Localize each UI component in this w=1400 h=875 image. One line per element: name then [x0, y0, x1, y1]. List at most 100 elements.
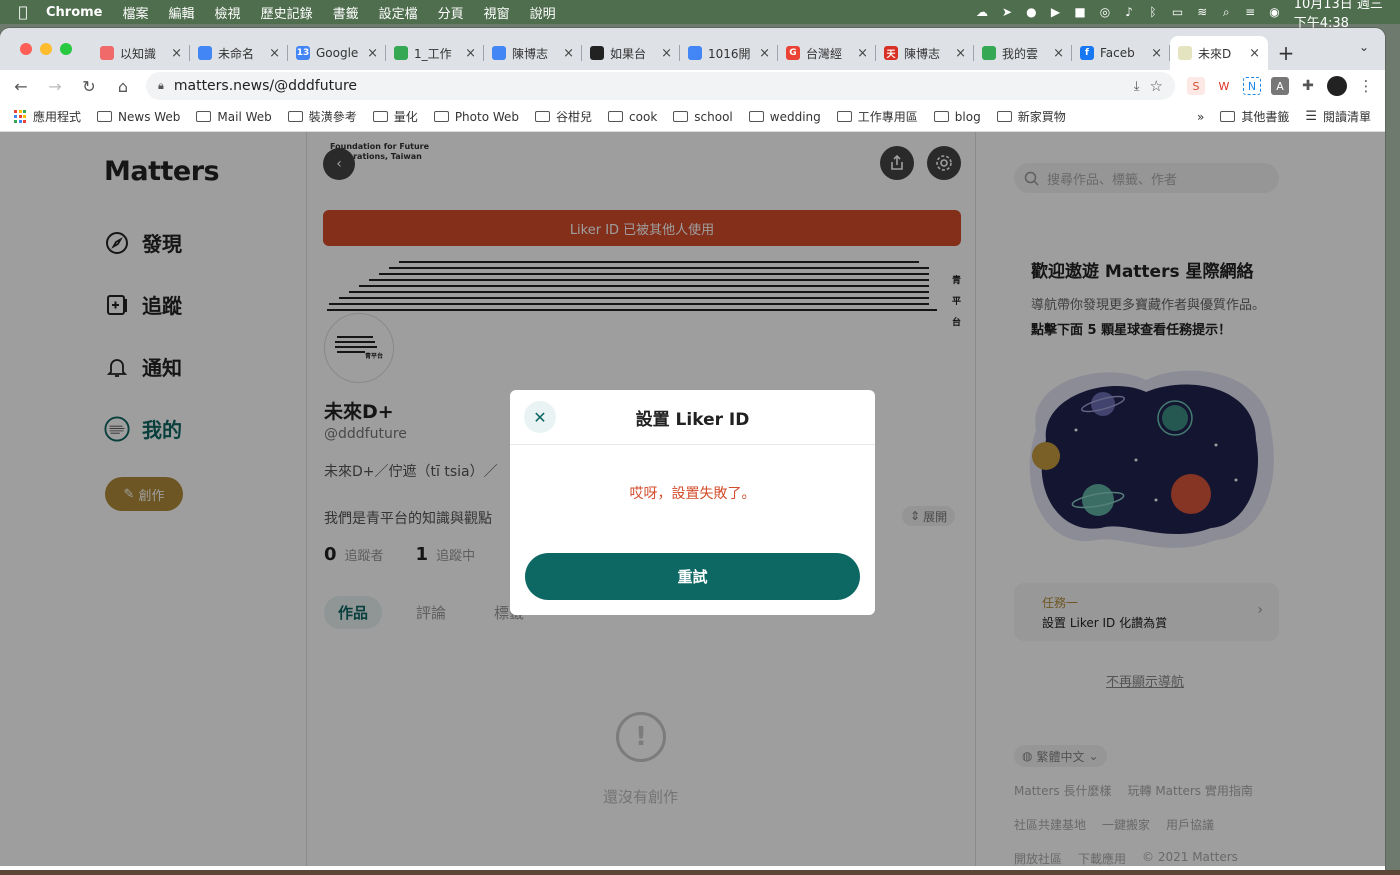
menu-app-name[interactable]: Chrome — [46, 5, 103, 20]
folder-icon — [748, 111, 764, 122]
kebab-menu-icon[interactable]: ⋮ — [1357, 77, 1375, 95]
tab-close-icon[interactable]: × — [171, 46, 182, 61]
menu-bookmarks[interactable]: 書籤 — [333, 3, 359, 22]
bluetooth-icon[interactable]: ᛒ — [1148, 4, 1158, 20]
folder-icon — [535, 111, 551, 122]
control-center-icon[interactable]: ≡ — [1245, 4, 1255, 20]
folder-icon — [372, 111, 388, 122]
bookmark-folder[interactable]: Photo Web — [433, 110, 519, 124]
tab-search-chevron-icon[interactable]: ⌄ — [1359, 40, 1369, 54]
tab-close-icon[interactable]: × — [1151, 46, 1162, 61]
tab-close-icon[interactable]: × — [269, 46, 280, 61]
wifi-icon[interactable]: ≋ — [1197, 4, 1207, 20]
volume-icon[interactable]: ♪ — [1124, 4, 1134, 20]
profile-avatar-icon[interactable] — [1327, 76, 1347, 96]
menu-window[interactable]: 視窗 — [484, 3, 510, 22]
menu-history[interactable]: 歷史記錄 — [261, 3, 313, 22]
bookmark-folder[interactable]: wedding — [748, 110, 821, 124]
browser-tab[interactable]: 以知識 × — [92, 36, 190, 70]
browser-tab[interactable]: 未來D × — [1170, 36, 1268, 70]
apple-icon[interactable]:  — [0, 3, 46, 21]
tab-close-icon[interactable]: × — [661, 46, 672, 61]
browser-tab[interactable]: 我的雲 × — [974, 36, 1072, 70]
browser-tab[interactable]: 天陳博志 × — [876, 36, 974, 70]
tab-close-icon[interactable]: × — [1249, 46, 1260, 61]
menu-tab[interactable]: 分頁 — [438, 3, 464, 22]
bookmark-star-icon[interactable]: ☆ — [1150, 77, 1163, 95]
bookmark-folder[interactable]: blog — [933, 110, 981, 124]
siri-icon[interactable]: ◉ — [1269, 4, 1279, 20]
bookmark-folder[interactable]: cook — [608, 110, 657, 124]
tab-close-icon[interactable]: × — [1053, 46, 1064, 61]
bookmark-folder[interactable]: 裝潢參考 — [287, 108, 357, 125]
tab-close-icon[interactable]: × — [955, 46, 966, 61]
cloud-icon[interactable]: ☁ — [976, 4, 988, 20]
address-bar[interactable]: 🔒︎ matters.news/@dddfuture ⤓ ☆ — [146, 72, 1175, 100]
bookmark-folder[interactable]: school — [673, 110, 733, 124]
tab-close-icon[interactable]: × — [857, 46, 868, 61]
bookmark-label: Mail Web — [217, 109, 272, 124]
puzzle-extensions-icon[interactable]: ✚ — [1299, 77, 1317, 95]
pdf-extension-icon[interactable]: A — [1271, 77, 1289, 95]
reading-list[interactable]: ☰ 閱讀清單 — [1305, 108, 1371, 125]
browser-tab[interactable]: 1_工作 × — [386, 36, 484, 70]
bookmark-label: 其他書籤 — [1241, 110, 1290, 124]
tab-close-icon[interactable]: × — [759, 46, 770, 61]
install-app-icon[interactable]: ⤓ — [1134, 79, 1140, 94]
menu-file[interactable]: 檔案 — [123, 3, 149, 22]
bookmark-folder[interactable]: Mail Web — [196, 109, 272, 124]
notion-extension-icon[interactable]: N — [1243, 77, 1261, 95]
menubar-clock[interactable]: 10月13日 週三 下午4:38 — [1294, 0, 1385, 31]
tab-close-icon[interactable]: × — [563, 46, 574, 61]
play-icon[interactable]: ▶ — [1051, 4, 1061, 20]
retry-button[interactable]: 重試 — [525, 553, 860, 600]
line-app-icon[interactable]: ● — [1026, 4, 1036, 20]
tab-title: 未命名 — [218, 46, 255, 61]
browser-tab[interactable]: 未命名 × — [190, 36, 288, 70]
browser-tab[interactable]: 1016開 × — [680, 36, 778, 70]
tab-close-icon[interactable]: × — [367, 46, 378, 61]
weread-extension-icon[interactable]: W — [1215, 77, 1233, 95]
close-dialog-button[interactable]: ✕ — [524, 401, 556, 433]
menu-profiles[interactable]: 設定檔 — [379, 3, 418, 22]
tab-title: 陳博志 — [512, 46, 549, 61]
bookmarks-overflow-button[interactable]: » — [1197, 110, 1204, 124]
spotlight-search-icon[interactable]: ⌕ — [1221, 4, 1231, 20]
fullscreen-window-button[interactable] — [60, 43, 72, 55]
menu-help[interactable]: 說明 — [530, 3, 556, 22]
forward-arrow-icon[interactable]: → — [44, 77, 66, 96]
window-controls — [20, 43, 72, 55]
menu-edit[interactable]: 編輯 — [169, 3, 195, 22]
bookmark-folder[interactable]: News Web — [97, 110, 180, 124]
home-icon[interactable]: ⌂ — [112, 77, 134, 96]
menu-view[interactable]: 檢視 — [215, 3, 241, 22]
back-arrow-icon[interactable]: ← — [10, 77, 32, 96]
bookmark-folder[interactable]: 谷柑兒 — [535, 108, 592, 125]
tab-favicon-icon — [198, 46, 212, 60]
tab-close-icon[interactable]: × — [465, 46, 476, 61]
location-arrow-icon[interactable]: ➤ — [1002, 4, 1012, 20]
minimize-window-button[interactable] — [40, 43, 52, 55]
other-bookmarks[interactable]: 其他書籤 — [1220, 108, 1289, 125]
lock-icon[interactable]: 🔒︎ — [158, 79, 164, 93]
bookmark-folder[interactable]: 量化 — [372, 108, 418, 125]
close-window-button[interactable] — [20, 43, 32, 55]
browser-tab[interactable]: 如果台 × — [582, 36, 680, 70]
airdrop-icon[interactable]: ◎ — [1100, 4, 1110, 20]
smart-extension-icon[interactable]: S — [1187, 77, 1205, 95]
browser-tab[interactable]: f Faceb × — [1072, 36, 1170, 70]
new-tab-button[interactable]: + — [1268, 36, 1304, 70]
bookmark-folder[interactable]: 工作專用區 — [836, 108, 918, 125]
battery-icon[interactable]: ▭ — [1172, 4, 1183, 20]
tab-title: 未來D — [1198, 46, 1232, 61]
bookmark-folder[interactable]: 新家買物 — [996, 108, 1066, 125]
browser-tab[interactable]: G 台灣經 × — [778, 36, 876, 70]
browser-tab[interactable]: 13 Google × — [288, 36, 386, 70]
tab-title: Faceb — [1100, 46, 1135, 60]
folder-icon — [196, 111, 212, 122]
browser-tab[interactable]: 陳博志 × — [484, 36, 582, 70]
input-method-icon[interactable]: ■ — [1074, 4, 1085, 20]
reload-icon[interactable]: ↻ — [78, 77, 100, 96]
url-text[interactable]: matters.news/@dddfuture — [174, 78, 1124, 94]
bookmark-apps[interactable]: 應用程式 — [14, 108, 81, 125]
